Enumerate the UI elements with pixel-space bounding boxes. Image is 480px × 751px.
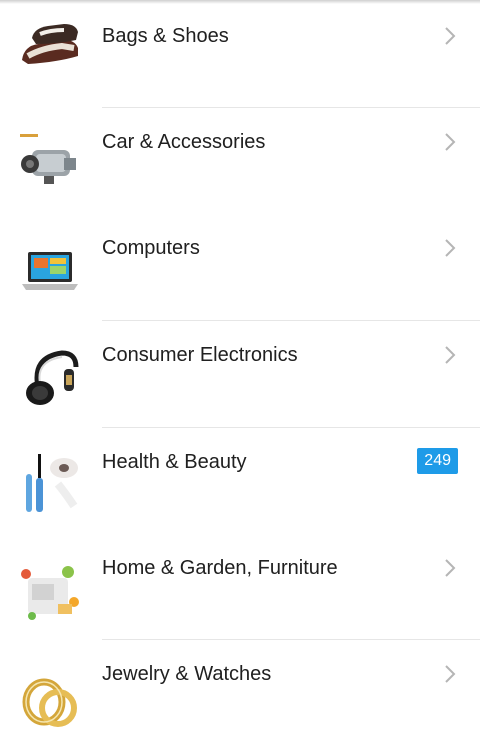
category-label: Health & Beauty bbox=[102, 451, 247, 473]
category-row-jewelry-watches[interactable]: Jewelry & Watches bbox=[0, 640, 480, 746]
chevron-right-icon bbox=[445, 346, 456, 364]
category-label: Home & Garden, Furniture bbox=[102, 557, 338, 579]
chevron-right-icon bbox=[445, 239, 456, 257]
category-row-home-garden-furniture[interactable]: Home & Garden, Furniture bbox=[0, 534, 480, 640]
headphones-icon bbox=[26, 350, 79, 405]
category-label: Car & Accessories bbox=[102, 131, 266, 153]
category-row-bags-shoes[interactable]: Bags & Shoes bbox=[0, 0, 480, 90]
category-row-health-beauty[interactable]: Health & Beauty 249 bbox=[0, 428, 480, 534]
chevron-right-icon bbox=[445, 665, 456, 683]
category-row-consumer-electronics[interactable]: Consumer Electronics bbox=[0, 321, 480, 427]
category-row-computers[interactable]: Computers bbox=[0, 214, 480, 320]
chevron-right-icon bbox=[445, 559, 456, 577]
category-label: Consumer Electronics bbox=[102, 344, 298, 366]
laptop-icon bbox=[22, 252, 78, 290]
chevron-right-icon bbox=[445, 133, 456, 151]
category-label: Bags & Shoes bbox=[102, 25, 229, 47]
mascara-icon bbox=[26, 454, 78, 512]
category-row-car-accessories[interactable]: Car & Accessories bbox=[0, 108, 480, 214]
category-label: Jewelry & Watches bbox=[102, 663, 272, 685]
home-garden-icon bbox=[21, 566, 79, 620]
category-label: Computers bbox=[102, 237, 200, 259]
rings-icon bbox=[22, 678, 77, 727]
shoes-icon bbox=[22, 24, 78, 64]
count-badge: 249 bbox=[417, 448, 458, 474]
chevron-right-icon bbox=[445, 27, 456, 45]
car-compressor-icon bbox=[20, 134, 76, 184]
